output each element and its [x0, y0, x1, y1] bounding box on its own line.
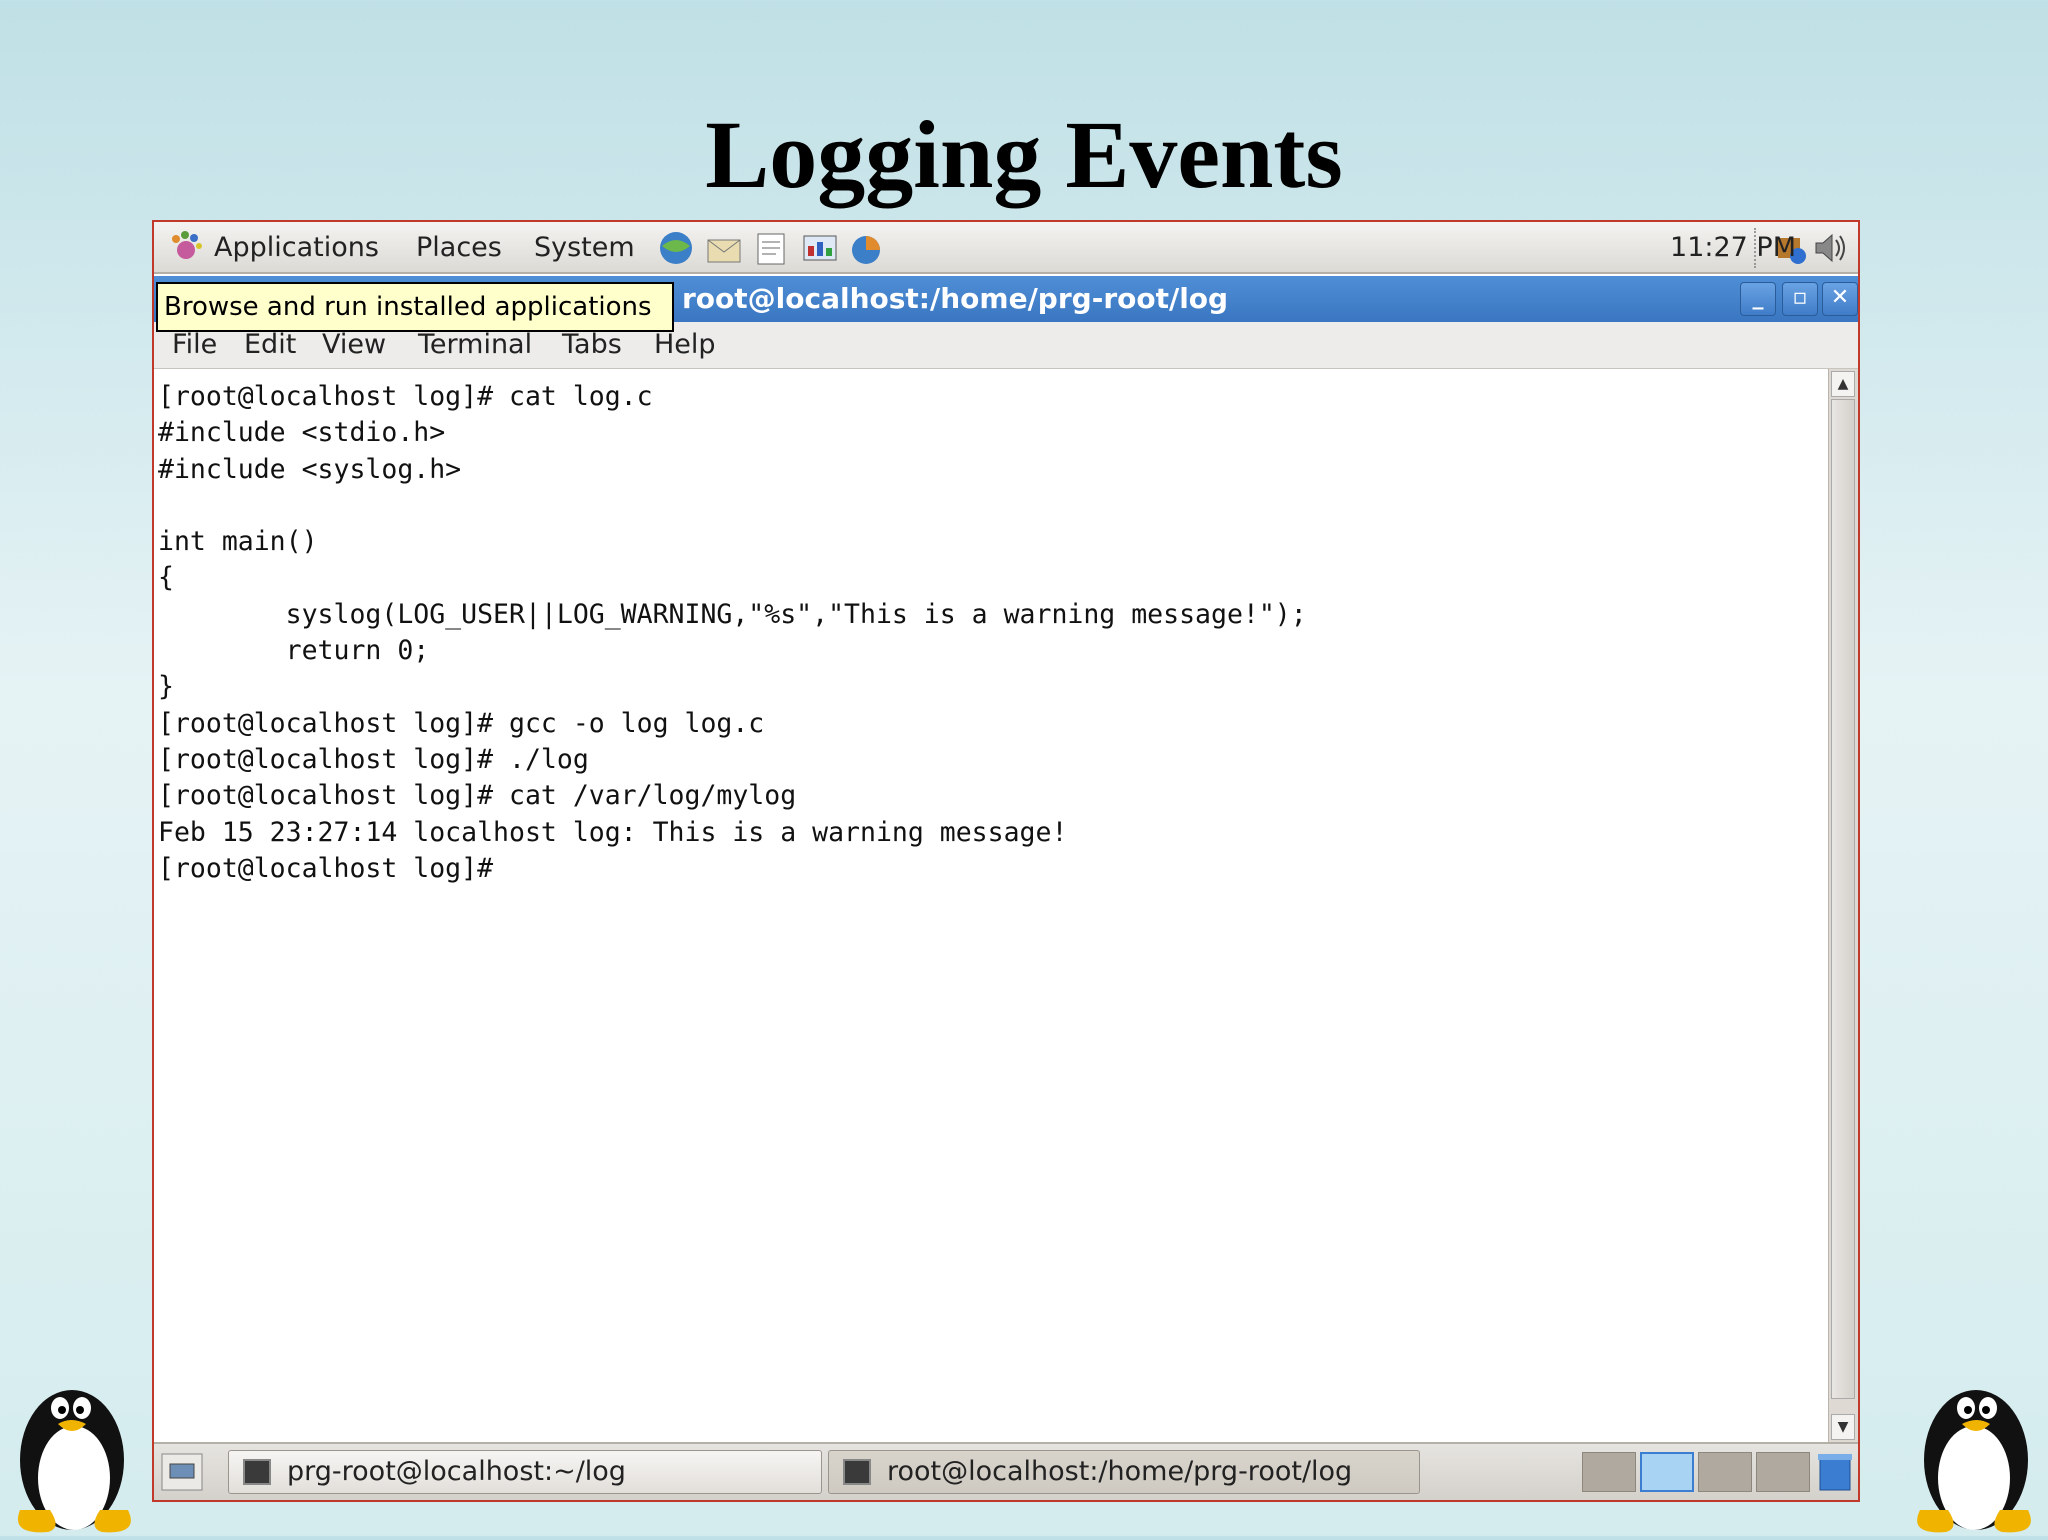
web-browser-icon[interactable] — [654, 228, 698, 268]
clock[interactable]: 11:27 PM — [1670, 231, 1796, 265]
scroll-down-button[interactable]: ▼ — [1831, 1414, 1855, 1440]
menu-system[interactable]: System — [534, 231, 635, 265]
mail-client-icon[interactable] — [702, 228, 746, 268]
terminal-icon — [243, 1459, 271, 1485]
workspace-4[interactable] — [1756, 1452, 1810, 1492]
maximize-button[interactable]: ▫ — [1782, 282, 1818, 316]
scrollbar-thumb[interactable] — [1831, 399, 1855, 1399]
desktop-screenshot: Applications Places System 11:27 PM root… — [152, 220, 1860, 1502]
workspace-3[interactable] — [1698, 1452, 1752, 1492]
taskbar-item-label: prg-root@localhost:~/log — [287, 1456, 626, 1487]
taskbar-item-root[interactable]: root@localhost:/home/prg-root/log — [828, 1450, 1420, 1494]
close-button[interactable]: ✕ — [1822, 282, 1858, 316]
tux-right-icon — [1917, 1390, 2031, 1533]
tux-left-icon — [17, 1390, 131, 1533]
volume-icon[interactable] — [1810, 228, 1850, 268]
minimize-button[interactable]: _ — [1740, 282, 1776, 316]
presentation-icon[interactable] — [798, 228, 842, 268]
text-editor-icon[interactable] — [750, 228, 794, 268]
menu-tabs[interactable]: Tabs — [562, 329, 622, 361]
menu-help[interactable]: Help — [654, 329, 716, 361]
taskbar-item-prg-root[interactable]: prg-root@localhost:~/log — [228, 1450, 822, 1494]
menu-edit[interactable]: Edit — [244, 329, 296, 361]
menu-terminal[interactable]: Terminal — [418, 329, 532, 361]
terminal-text: [root@localhost log]# cat log.c #include… — [158, 381, 1307, 884]
bottom-panel: prg-root@localhost:~/log root@localhost:… — [154, 1442, 1858, 1500]
show-desktop-icon[interactable] — [160, 1452, 204, 1492]
menu-applications[interactable]: Applications — [214, 231, 379, 265]
tooltip: Browse and run installed applications — [156, 282, 674, 332]
menu-file[interactable]: File — [172, 329, 217, 361]
scroll-up-button[interactable]: ▲ — [1831, 371, 1855, 397]
top-panel: Applications Places System 11:27 PM — [154, 222, 1858, 274]
spreadsheet-icon[interactable] — [846, 228, 890, 268]
slide-title: Logging Events — [705, 101, 1343, 208]
terminal-scrollbar[interactable]: ▲ ▼ — [1828, 369, 1858, 1442]
taskbar-item-label: root@localhost:/home/prg-root/log — [887, 1456, 1353, 1487]
menu-places[interactable]: Places — [416, 231, 502, 265]
gnome-foot-icon — [172, 231, 202, 259]
terminal-icon — [843, 1459, 871, 1485]
workspace-1[interactable] — [1582, 1452, 1636, 1492]
workspace-2[interactable] — [1640, 1452, 1694, 1492]
trash-icon[interactable] — [1816, 1452, 1854, 1492]
window-title: root@localhost:/home/prg-root/log — [682, 282, 1229, 315]
menu-view[interactable]: View — [322, 329, 386, 361]
terminal-output[interactable]: [root@localhost log]# cat log.c #include… — [154, 369, 1830, 1442]
